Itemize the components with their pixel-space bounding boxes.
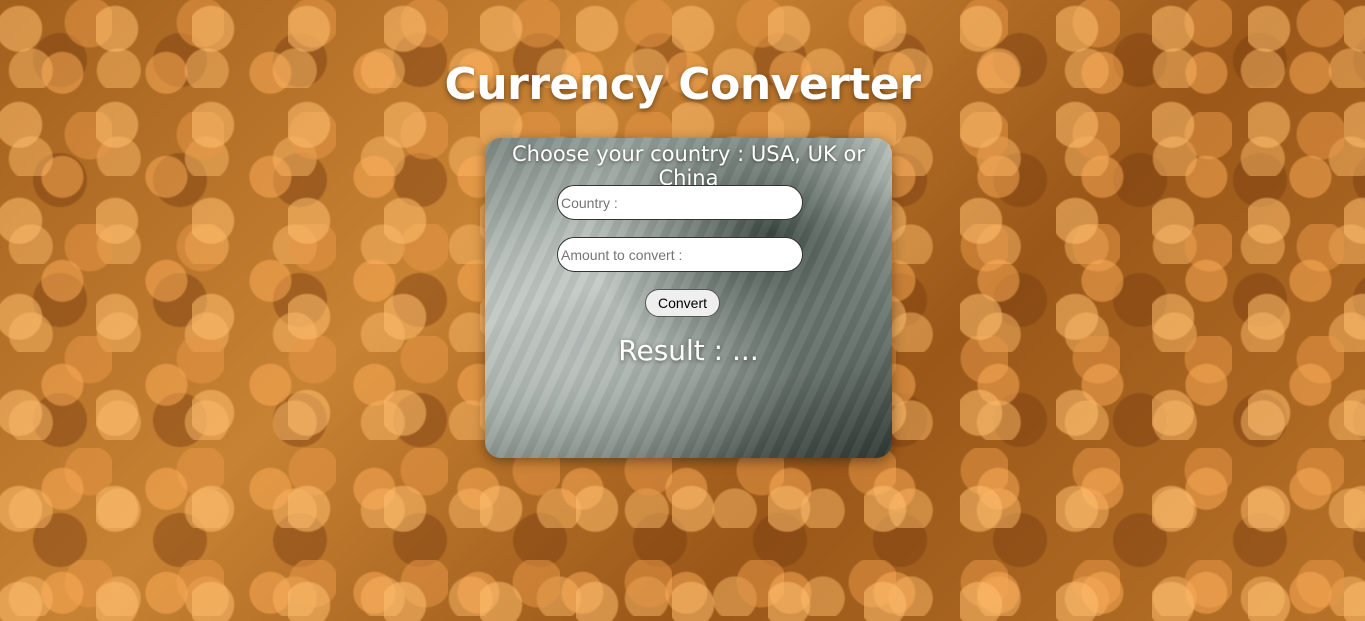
country-instructions: Choose your country : USA, UK or China: [512, 142, 865, 190]
page-title: Currency Converter: [444, 59, 921, 111]
amount-input[interactable]: [557, 237, 803, 272]
convert-button[interactable]: Convert: [645, 289, 720, 317]
country-input[interactable]: [557, 185, 803, 220]
page-background: { "header": { "title": "Currency Convert…: [0, 0, 1365, 621]
result-text: Result : ...: [618, 334, 759, 367]
converter-card: Choose your country : USA, UK or China C…: [485, 138, 892, 458]
